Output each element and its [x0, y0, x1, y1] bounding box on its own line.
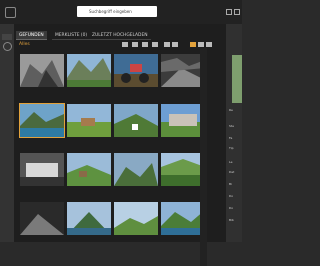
list-view-icon[interactable] — [206, 42, 212, 47]
tab-merkliste[interactable]: MERKLISTE (0) — [52, 31, 91, 40]
menu-icon[interactable] — [226, 9, 232, 15]
image-thumbnail[interactable] — [67, 104, 111, 137]
image-thumbnail[interactable] — [161, 202, 205, 235]
detail-label: Re — [229, 108, 233, 112]
filter-dropdown[interactable]: Alles — [19, 42, 30, 47]
image-thumbnail[interactable] — [161, 153, 205, 186]
tab-zuletzt-hochgeladen[interactable]: ZULETZT HOCHGELADEN — [89, 31, 151, 40]
list-icon[interactable] — [172, 42, 178, 47]
detail-label: Tip — [229, 146, 234, 150]
edit-icon[interactable] — [132, 42, 138, 47]
image-thumbnail[interactable] — [20, 153, 64, 186]
image-thumbnail[interactable] — [20, 202, 64, 235]
search-input[interactable]: Suchbegriff eingeben — [77, 6, 157, 17]
refresh-icon[interactable] — [3, 42, 12, 51]
preview-image[interactable] — [232, 55, 242, 103]
detail-label: Le — [229, 160, 233, 164]
image-thumbnail[interactable] — [20, 54, 64, 87]
detail-label: Do — [229, 206, 234, 210]
toolbar: Alles — [14, 40, 226, 50]
scrollbar[interactable] — [200, 48, 207, 266]
tab-bar: GEFUNDEN MERKLISTE (0) ZULETZT HOCHGELAD… — [14, 27, 226, 41]
tile-view-icon[interactable] — [198, 42, 204, 47]
app-logo-icon[interactable] — [5, 7, 16, 18]
tab-gefunden[interactable]: GEFUNDEN — [16, 31, 47, 40]
top-bar: Suchbegriff eingeben — [0, 0, 242, 24]
grid-view-icon[interactable] — [190, 42, 196, 47]
image-thumbnail[interactable] — [67, 153, 111, 186]
detail-label: Ste — [229, 124, 234, 128]
document-icon[interactable] — [122, 42, 128, 47]
image-thumbnail[interactable] — [114, 153, 158, 186]
left-panel-header — [2, 34, 12, 40]
image-thumbnail-selected[interactable] — [19, 103, 65, 138]
image-thumbnail[interactable] — [67, 202, 111, 235]
user-icon[interactable] — [234, 9, 240, 15]
detail-label: Bib — [229, 218, 234, 222]
image-thumbnail[interactable] — [161, 104, 205, 137]
detail-label: Do — [229, 194, 234, 198]
image-thumbnail[interactable] — [114, 54, 158, 87]
left-panel — [0, 24, 14, 242]
image-thumbnail[interactable] — [67, 54, 111, 87]
image-icon[interactable] — [142, 42, 148, 47]
download-icon[interactable] — [152, 42, 158, 47]
detail-label: Bi — [229, 182, 232, 186]
main-area: GEFUNDEN MERKLISTE (0) ZULETZT HOCHGELAD… — [14, 24, 226, 266]
image-thumbnail[interactable] — [114, 104, 158, 137]
image-thumbnail[interactable] — [161, 54, 205, 87]
star-icon[interactable] — [164, 42, 170, 47]
image-thumbnail[interactable] — [114, 202, 158, 235]
detail-label: Dat — [229, 170, 235, 174]
detail-label: Fa — [229, 136, 233, 140]
